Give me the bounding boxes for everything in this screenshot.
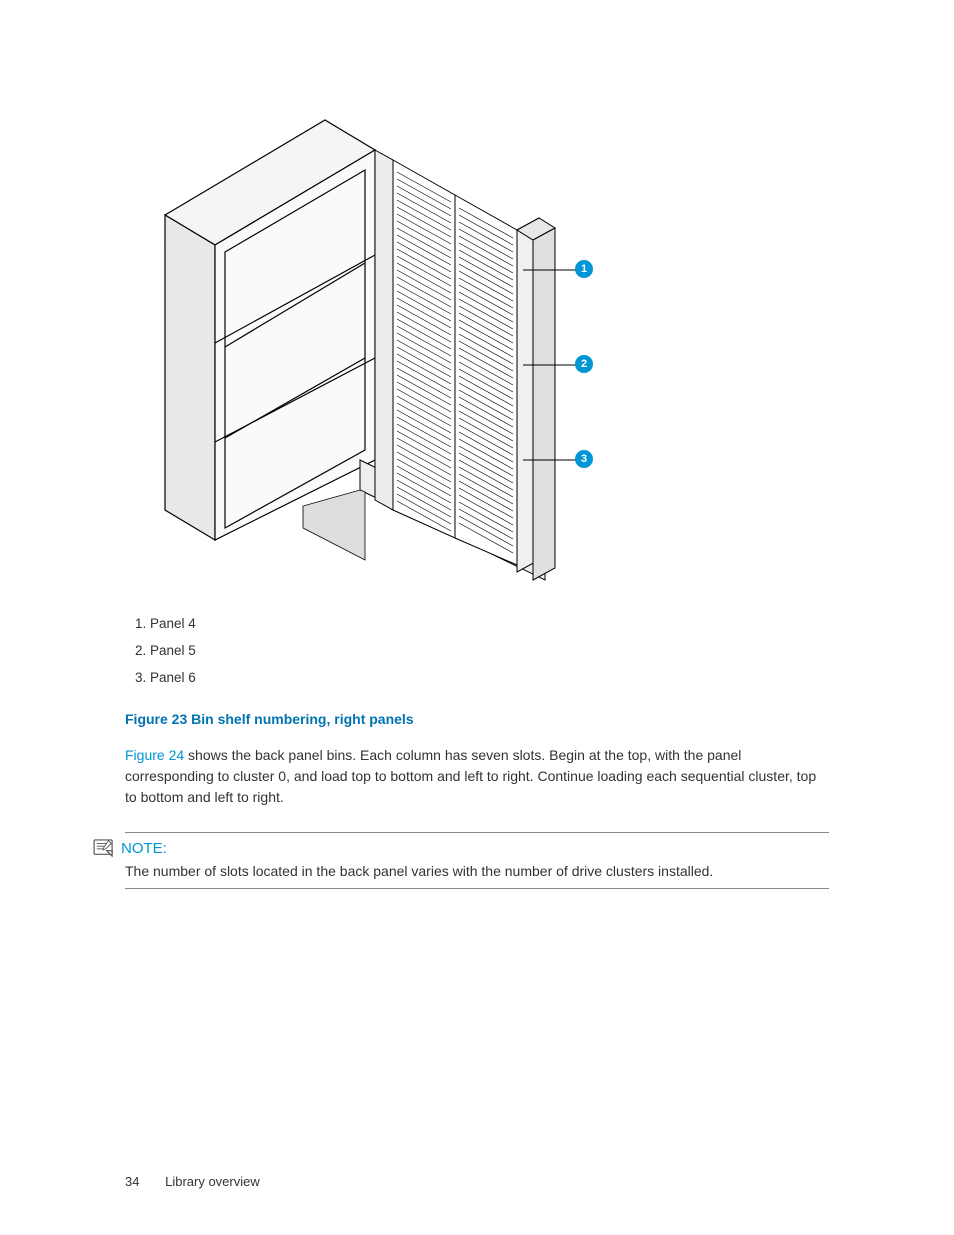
callout-1: 1	[575, 260, 593, 278]
note-icon	[93, 839, 115, 857]
legend-item: 3. Panel 6	[135, 664, 829, 691]
body-paragraph: Figure 24 shows the back panel bins. Eac…	[125, 745, 829, 808]
callout-2: 2	[575, 355, 593, 373]
note-rule-top	[125, 832, 829, 833]
note-text: The number of slots located in the back …	[125, 861, 829, 882]
section-title: Library overview	[165, 1174, 260, 1189]
legend-item: 2. Panel 5	[135, 637, 829, 664]
page-footer: 34 Library overview	[125, 1174, 260, 1189]
note-rule-bottom	[125, 888, 829, 889]
figure-diagram: 1 2 3	[125, 60, 635, 590]
callout-3: 3	[575, 450, 593, 468]
legend-item: 1. Panel 4	[135, 610, 829, 637]
page-number: 34	[125, 1174, 139, 1189]
figure-caption: Figure 23 Bin shelf numbering, right pan…	[125, 711, 829, 727]
body-text: shows the back panel bins. Each column h…	[125, 747, 816, 805]
note-label: NOTE:	[121, 840, 167, 857]
note-block: NOTE: The number of slots located in the…	[93, 832, 829, 889]
figure-xref-link[interactable]: Figure 24	[125, 747, 184, 763]
library-cabinet-illustration	[125, 60, 635, 590]
figure-legend: 1. Panel 4 2. Panel 5 3. Panel 6	[135, 610, 829, 691]
